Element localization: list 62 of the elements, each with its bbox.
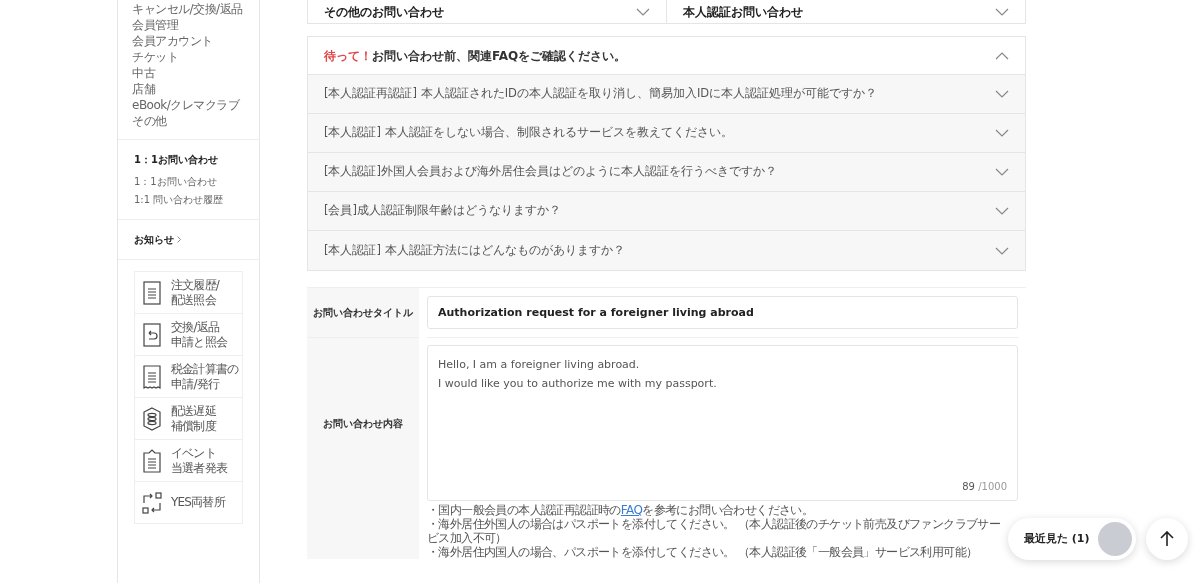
shortcut-label: 配送遅延 — [171, 403, 216, 419]
shortcut-button[interactable]: 税金計算書の 申請/発行 — [134, 355, 243, 398]
sidebar-link[interactable]: 1:1 問い合わせ履歴 — [134, 192, 243, 207]
shortcut-label: 交換/返品 — [171, 319, 221, 335]
sidebar-link[interactable]: 1：1お問い合わせ — [134, 174, 243, 189]
arrow-up-icon — [1159, 531, 1174, 547]
faq-item[interactable]: [本人認証]外国人会員および海外居住会員はどのように本人認証を行うべきですか？ — [308, 153, 1025, 192]
sidebar-link[interactable]: 店舗 — [132, 82, 245, 97]
title-input[interactable]: Authorization request for a foreigner living abroad — [427, 296, 1018, 329]
character-count: 89 /1000 — [962, 480, 1007, 494]
sidebar-link[interactable]: 会員アカウント — [132, 34, 245, 49]
faq-item[interactable]: [本人認証] 本人認証方法にはどんなものがありますか？ — [308, 231, 1025, 270]
section-title: 1：1お問い合わせ — [134, 153, 219, 167]
chevron-down-icon — [995, 168, 1009, 176]
shortcut-label: 補償制度 — [171, 418, 216, 434]
sidebar-link[interactable]: eBook/クレマクラブ — [132, 98, 245, 113]
shortcut-button[interactable]: 交換/返品 申請と照会 — [134, 313, 243, 356]
scroll-to-top-button[interactable] — [1145, 518, 1188, 560]
chevron-down-icon — [995, 246, 1009, 255]
shortcut-label: 税金計算書の — [171, 361, 239, 377]
sidebar-link[interactable]: 会員管理 — [132, 18, 245, 33]
chevron-up-icon — [995, 51, 1009, 60]
faq-link[interactable]: FAQ — [620, 503, 643, 517]
shortcut-label: 配送照会 — [171, 292, 217, 308]
shortcut-button[interactable]: 注文履歴/ 配送照会 — [134, 271, 243, 314]
shortcut-label: イベント — [171, 445, 217, 461]
content-text: Hello, I am a foreigner living abroad. I would like you to authorize me with my passport. — [438, 357, 718, 392]
thumbnail-placeholder — [1097, 522, 1132, 556]
shortcut-button[interactable]: YES両替所 — [134, 481, 243, 524]
clipboard-icon — [141, 448, 163, 473]
note-text: ・海外居住内国人の場合、パスポートを添付してください。 （本人認証後「一般会員」サービス利用可能） — [427, 545, 979, 559]
chevron-right-icon — [177, 236, 181, 243]
shortcut-button[interactable]: 配送遅延 補償制度 — [134, 397, 243, 440]
sidebar-link[interactable]: チケット — [132, 50, 245, 65]
sidebar-link[interactable]: その他 — [132, 114, 245, 129]
chevron-down-icon — [995, 129, 1009, 137]
receipt-icon — [141, 364, 163, 389]
shortcut-label: 当選者発表 — [171, 460, 227, 476]
list-icon — [141, 280, 163, 305]
content-label: お問い合わせ内容 — [322, 416, 404, 431]
sidebar-link[interactable]: キャンセル/交換/返品 — [132, 2, 245, 17]
content-textarea[interactable]: Hello, I am a foreigner living abroad. I would like you to authorize me with my passport. 89 /1000 — [427, 345, 1018, 501]
shortcut-label: 注文履歴/ — [171, 277, 220, 293]
sidebar-link[interactable]: 中古 — [132, 66, 245, 81]
notice-link[interactable]: お知らせ — [134, 232, 181, 247]
return-icon — [141, 322, 163, 347]
title-label: お問い合わせタイトル — [307, 288, 419, 338]
exchange-icon — [141, 490, 163, 515]
faq-item[interactable]: [本人認証再認証] 本人認証されたIDの本人認証を取り消し、簡易加入IDに本人認証処理が可能ですか？ — [308, 75, 1025, 114]
faq-item[interactable]: [会員]成人認証制限年齢はどうなりますか？ — [308, 192, 1025, 231]
chevron-down-icon — [995, 207, 1009, 215]
note-text: ・海外居住外国人の場合はパスポートを添付してください。 （本人認証後のチケット前売及びファンクラブサービス加入不可） — [427, 517, 1002, 545]
recently-viewed-button[interactable]: 最近見た (1) — [1008, 518, 1136, 560]
coins-icon — [141, 406, 163, 431]
shortcut-button[interactable]: イベント 当選者発表 — [134, 439, 243, 482]
note-text: ・国内一般会員の本人認証再認証時のFAQを参考にお問い合わせください。 — [427, 503, 815, 517]
shortcut-label: 申請/発行 — [171, 376, 221, 392]
shortcut-label: 申請と照会 — [171, 334, 227, 350]
chevron-down-icon — [995, 90, 1009, 98]
shortcut-label: YES両替所 — [171, 495, 225, 510]
faq-title: 待って！お問い合わせ前、関連FAQをご確認ください。 — [324, 47, 627, 65]
faq-item[interactable]: [本人認証] 本人認証をしない場合、制限されるサービスを教えてください。 — [308, 114, 1025, 153]
